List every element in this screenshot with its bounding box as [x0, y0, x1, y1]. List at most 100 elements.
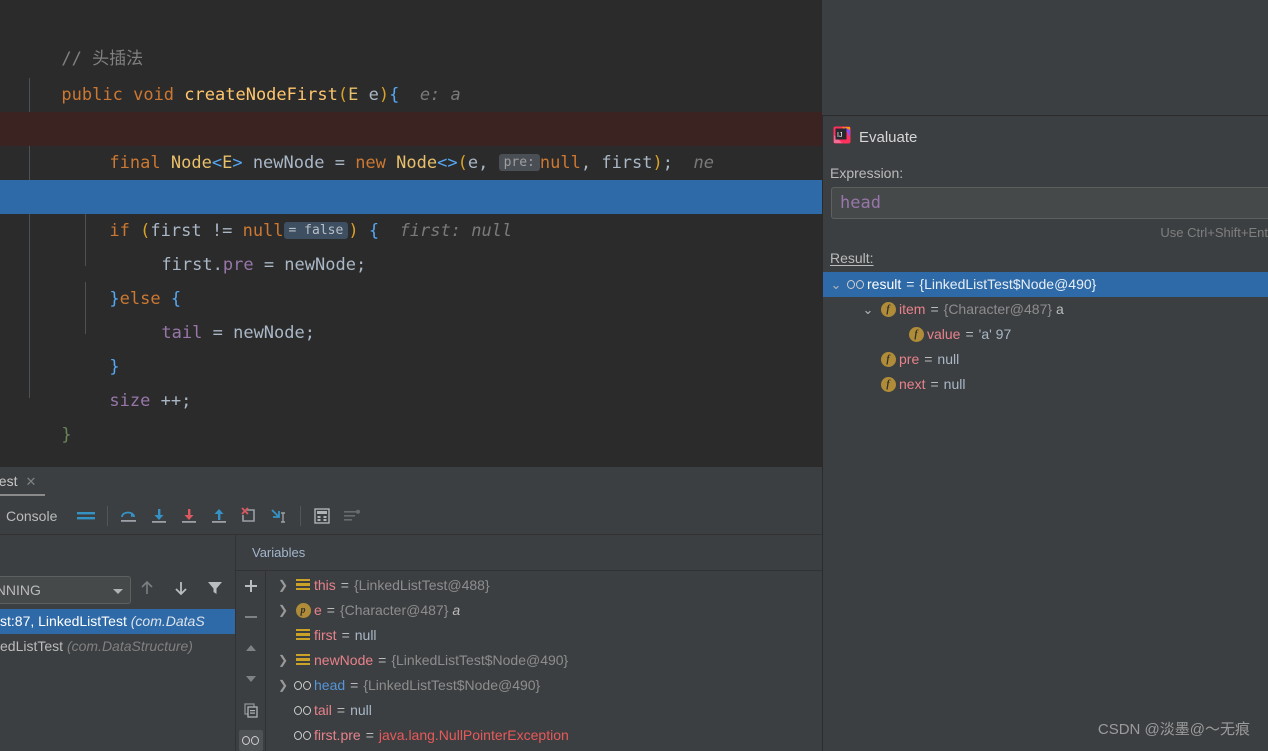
- variable-name: head: [314, 677, 346, 693]
- variable-value: null: [354, 627, 377, 643]
- frames-list[interactable]: st:87, LinkedListTest (com.DataS edListT…: [0, 609, 235, 659]
- step-into-icon[interactable]: [144, 502, 174, 530]
- code-line-head-assign[interactable]: head = newNode; head: LinkedListTest$Nod…: [0, 146, 822, 207]
- table-row[interactable]: ❯ this = {LinkedListTest@488}: [266, 573, 822, 598]
- table-row[interactable]: ❯ head = {LinkedListTest$Node@490}: [266, 673, 822, 698]
- debug-toolbar: Console: [0, 497, 822, 535]
- table-row[interactable]: ❯ newNode = {LinkedListTest$Node@490}: [266, 648, 822, 673]
- result-node-name: item: [899, 301, 926, 317]
- step-out-icon[interactable]: [204, 502, 234, 530]
- chevron-down-icon[interactable]: ⌄: [859, 297, 877, 322]
- variable-value: {LinkedListTest$Node@490}: [391, 652, 569, 668]
- intellij-idea-icon: IJ: [833, 126, 851, 149]
- force-step-into-icon[interactable]: [174, 502, 204, 530]
- move-down-icon[interactable]: [239, 668, 263, 689]
- console-tab-label[interactable]: Console: [6, 508, 57, 524]
- evaluate-expression-icon[interactable]: [307, 502, 337, 530]
- code-line-tail-assign[interactable]: tail = newNode;: [0, 282, 822, 343]
- result-node-value: {Character@487}: [943, 301, 1053, 317]
- drop-frame-icon[interactable]: [234, 502, 264, 530]
- copy-icon[interactable]: [239, 699, 263, 720]
- tree-row-next[interactable]: ⌄ f next = null: [823, 372, 1268, 397]
- debug-tool-window: ListTest ✕ Console: [0, 466, 822, 751]
- tab-active-underline: [0, 494, 45, 496]
- result-tree[interactable]: ⌄ result = {LinkedListTest$Node@490} ⌄ f…: [823, 272, 1268, 397]
- down-arrow-icon[interactable]: [172, 579, 190, 602]
- variable-name: first: [314, 627, 337, 643]
- up-arrow-icon[interactable]: [138, 579, 156, 602]
- run-to-cursor-icon[interactable]: [264, 502, 294, 530]
- chevron-placeholder: ⌄: [859, 347, 877, 372]
- table-row[interactable]: ❯ first = null: [266, 623, 822, 648]
- debug-body: n": RUNNING: [0, 535, 822, 751]
- table-row[interactable]: ❯ tail = null: [266, 698, 822, 723]
- debug-tab-label: ListTest: [0, 473, 18, 489]
- add-watch-icon[interactable]: [239, 576, 263, 597]
- expression-input-value: head: [840, 193, 881, 213]
- variable-name: newNode: [314, 652, 374, 668]
- tree-row-result[interactable]: ⌄ result = {LinkedListTest$Node@490}: [823, 272, 1268, 297]
- tree-row-value[interactable]: ⌄ f value = 'a' 97: [823, 322, 1268, 347]
- result-node-name: value: [927, 326, 961, 342]
- code-line-method-close[interactable]: }: [0, 384, 822, 445]
- shortcut-hint: Use Ctrl+Shift+Ent: [1160, 225, 1268, 240]
- variable-value: {Character@487}: [339, 602, 449, 618]
- tree-row-item[interactable]: ⌄ f item = {Character@487} a: [823, 297, 1268, 322]
- expand-arrow-icon[interactable]: ❯: [274, 673, 292, 698]
- frame-package: (com.DataStructure): [66, 638, 193, 654]
- console-output-icon[interactable]: [71, 502, 101, 530]
- glasses-icon: [241, 736, 260, 746]
- code-line-method-signature[interactable]: public void createNodeFirst(E e){ e: a: [0, 44, 822, 105]
- svg-text:IJ: IJ: [837, 132, 842, 139]
- frame-row[interactable]: edListTest (com.DataStructure): [0, 634, 235, 659]
- result-node-extra: a: [1056, 301, 1064, 317]
- evaluate-expression-dialog: IJ Evaluate Expression: head Use Ctrl+Sh…: [822, 115, 1268, 751]
- code-line-comment-head[interactable]: // 头插法: [0, 8, 822, 69]
- result-node-value: 'a' 97: [978, 326, 1012, 342]
- variables-panel: Variables ❯ this = {LinkedListTest@488} …: [236, 535, 822, 751]
- code-editor[interactable]: // 头插法 public void createNodeFirst(E e){…: [0, 0, 822, 466]
- result-node-value: {LinkedListTest$Node@490}: [919, 276, 1097, 292]
- variables-tree[interactable]: ❯ this = {LinkedListTest@488} ❯ p e = {C…: [266, 571, 822, 751]
- frames-toolbar: n": RUNNING: [0, 571, 235, 609]
- expand-arrow-placeholder: ❯: [274, 623, 292, 648]
- table-row[interactable]: ❯ first.pre = java.lang.NullPointerExcep…: [266, 723, 822, 748]
- expression-label: Expression:: [830, 165, 904, 181]
- remove-watch-icon[interactable]: [239, 607, 263, 628]
- evaluate-dialog-title: Evaluate: [859, 129, 918, 146]
- debug-tab-listtest[interactable]: ListTest ✕: [0, 471, 44, 492]
- parameter-icon: p: [292, 603, 314, 618]
- toolbar-separator: [107, 505, 109, 526]
- chevron-down-icon: [112, 582, 124, 598]
- code-line-newnode-assign[interactable]: final Node<E> newNode = new Node<>(e, pr…: [0, 112, 822, 173]
- frame-label: edListTest: [0, 638, 67, 654]
- variable-value: {LinkedListTest@488}: [353, 577, 490, 593]
- close-icon[interactable]: ✕: [25, 474, 36, 489]
- filter-icon[interactable]: [206, 579, 224, 602]
- variables-gutter-toolbar: [236, 571, 266, 751]
- frame-row[interactable]: st:87, LinkedListTest (com.DataS: [0, 609, 235, 634]
- table-row[interactable]: ❯ p e = {Character@487} a: [266, 598, 822, 623]
- thread-selector-dropdown[interactable]: n": RUNNING: [0, 576, 131, 604]
- variables-tab-label[interactable]: Variables: [252, 545, 305, 560]
- step-over-icon[interactable]: [114, 502, 144, 530]
- code-line-firstpre-assign[interactable]: first.pre = newNode;: [0, 214, 822, 275]
- expand-arrow-placeholder: ❯: [274, 698, 292, 723]
- move-up-icon[interactable]: [239, 638, 263, 659]
- expand-arrow-icon[interactable]: ❯: [274, 573, 292, 598]
- variable-value: {LinkedListTest$Node@490}: [363, 677, 541, 693]
- code-line-comment-tail[interactable]: // 尾插法: [0, 436, 822, 466]
- settings-icon[interactable]: [337, 502, 367, 530]
- chevron-down-icon[interactable]: ⌄: [827, 272, 845, 297]
- code-line-close-brace[interactable]: }: [0, 316, 822, 377]
- code-line-else[interactable]: }else {: [0, 248, 822, 309]
- code-line-first-assign[interactable]: final Node<E> first = head; first: null: [0, 78, 822, 139]
- code-line-size-increment[interactable]: size ++;: [0, 350, 822, 411]
- expression-input[interactable]: head: [831, 187, 1268, 219]
- expand-arrow-icon[interactable]: ❯: [274, 648, 292, 673]
- expand-arrow-icon[interactable]: ❯: [274, 598, 292, 623]
- toolbar-separator: [300, 505, 302, 526]
- code-line-if-statement[interactable]: if (first != null = false) { first: null: [0, 180, 822, 241]
- watches-icon[interactable]: [238, 730, 263, 751]
- tree-row-pre[interactable]: ⌄ f pre = null: [823, 347, 1268, 372]
